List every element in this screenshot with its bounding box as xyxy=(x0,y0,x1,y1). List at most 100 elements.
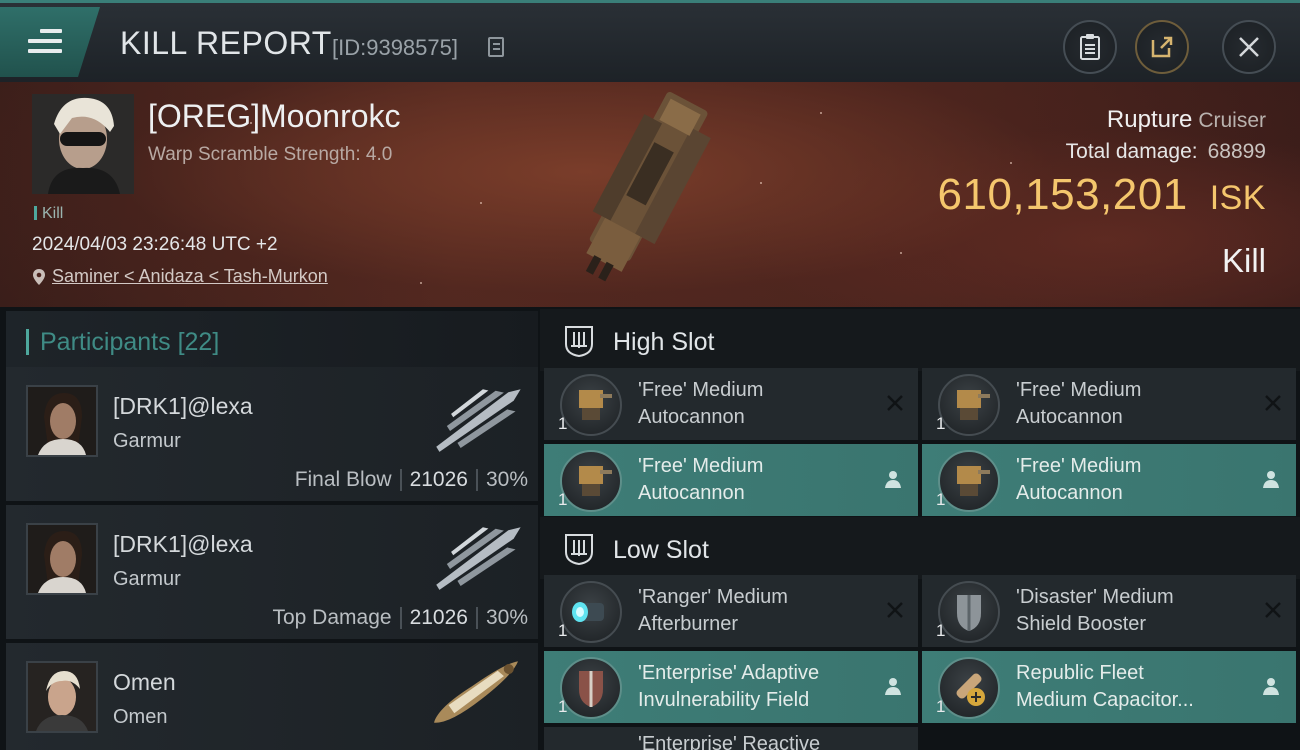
participants-panel: Participants [22] [DRK1]@lexa Garmur Fin… xyxy=(0,307,540,750)
high-slot-header: High Slot xyxy=(540,309,1300,371)
clipboard-button[interactable] xyxy=(1063,20,1117,74)
kill-result: Kill xyxy=(1221,242,1266,279)
destroyed-icon xyxy=(1265,602,1281,618)
low-slot-icon xyxy=(565,534,593,566)
participants-header: Participants [22] xyxy=(6,311,538,367)
module-name: 'Disaster' Medium Shield Booster xyxy=(1016,586,1174,635)
invulnerability-field-icon xyxy=(560,657,622,719)
participant-name: [DRK1]@lexa xyxy=(113,531,253,557)
participant-role: Final Blow xyxy=(294,468,392,491)
participant-card[interactable]: [DRK1]@lexa Garmur Top Damage 21026 30% xyxy=(6,505,538,639)
participant-ship-image xyxy=(433,661,519,723)
module-quantity: 1 xyxy=(936,697,946,716)
autocannon-icon xyxy=(938,374,1000,436)
victim-banner: [OREG]Moonrokc Warp Scramble Strength: 4… xyxy=(0,82,1300,307)
module-item[interactable]: 1 'Free' Medium Autocannon xyxy=(544,368,918,440)
participant-avatar xyxy=(26,385,98,457)
autocannon-icon xyxy=(560,374,622,436)
victim-ship: Rupture Cruiser xyxy=(1107,106,1266,134)
clipboard-icon xyxy=(1080,34,1100,60)
kill-location[interactable]: Saminer < Anidaza < Tash-Murkon xyxy=(32,266,328,287)
isk-value: 610,153,201 ISK xyxy=(938,170,1267,220)
participant-card[interactable]: [DRK1]@lexa Garmur Final Blow 21026 30% xyxy=(6,367,538,501)
participants-count: [22] xyxy=(177,328,220,356)
module-name: 'Ranger' Medium Afterburner xyxy=(638,586,788,635)
module-item[interactable]: 1 'Free' Medium Autocannon xyxy=(544,444,918,516)
module-name: 'Enterprise' Reactive xyxy=(638,733,821,750)
module-item[interactable]: 1 'Free' Medium Autocannon xyxy=(922,368,1296,440)
location-link[interactable]: Saminer < Anidaza < Tash-Murkon xyxy=(52,266,328,287)
victim-name[interactable]: [OREG]Moonrokc xyxy=(148,98,401,135)
high-slot-label: High Slot xyxy=(613,328,715,356)
copy-icon[interactable] xyxy=(488,37,504,57)
share-button[interactable] xyxy=(1135,20,1189,74)
participant-name: [DRK1]@lexa xyxy=(113,393,253,419)
module-name: 'Enterprise' Adaptive Invulnerability Fie… xyxy=(638,662,820,711)
victim-avatar[interactable] xyxy=(32,94,134,194)
total-damage-label: Total damage: xyxy=(1065,140,1198,163)
destroyed-icon xyxy=(1265,395,1281,411)
module-quantity: 1 xyxy=(558,490,568,509)
participant-stats: Final Blow 21026 30% xyxy=(295,468,528,492)
autocannon-icon xyxy=(938,450,1000,512)
kill-tag: Kill xyxy=(34,205,63,223)
participant-card[interactable]: Omen Omen xyxy=(6,643,538,750)
high-slot-icon xyxy=(565,326,593,358)
module-item[interactable]: 1 Republic Fleet Medium Capacitor... xyxy=(922,651,1296,723)
autocannon-icon xyxy=(560,450,622,512)
participant-name: Omen xyxy=(113,669,176,695)
module-item[interactable]: 1 'Free' Medium Autocannon xyxy=(922,444,1296,516)
participant-avatar xyxy=(26,661,98,733)
participant-damage: 21026 xyxy=(409,606,468,629)
participant-percent: 30% xyxy=(485,468,528,491)
participant-ship-image xyxy=(436,527,521,590)
destroyed-icon xyxy=(887,395,903,411)
location-pin-icon xyxy=(33,268,45,285)
participants-label: Participants xyxy=(40,328,171,356)
menu-button[interactable] xyxy=(0,7,100,77)
ship-class: Cruiser xyxy=(1198,109,1266,132)
capacitor-icon xyxy=(938,657,1000,719)
share-icon xyxy=(1151,36,1173,58)
total-damage-value: 68899 xyxy=(1207,140,1266,163)
fitting-panel: High Slot 1 'Free' Medium Autocannon 1 'F… xyxy=(540,307,1300,750)
isk-unit: ISK xyxy=(1209,179,1266,217)
module-quantity: 1 xyxy=(936,414,946,433)
participant-ship: Garmur xyxy=(113,430,181,452)
participant-role: Top Damage xyxy=(272,606,392,629)
module-quantity: 1 xyxy=(558,414,568,433)
low-slot-header: Low Slot xyxy=(540,517,1300,579)
top-bar: KILL REPORT [ID:9398575] xyxy=(0,0,1300,82)
module-item[interactable]: 'Enterprise' Reactive xyxy=(544,727,918,750)
victim-ship-image[interactable] xyxy=(560,86,740,301)
close-icon xyxy=(1239,37,1259,57)
shield-booster-icon xyxy=(938,581,1000,643)
participant-damage: 21026 xyxy=(409,468,468,491)
isk-amount: 610,153,201 xyxy=(937,170,1188,219)
participant-avatar xyxy=(26,523,98,595)
participant-percent: 30% xyxy=(485,606,528,629)
destroyed-icon xyxy=(887,602,903,618)
participant-ship: Garmur xyxy=(113,568,181,590)
module-item[interactable]: 1 'Disaster' Medium Shield Booster xyxy=(922,575,1296,647)
module-item[interactable]: 1 'Ranger' Medium Afterburner xyxy=(544,575,918,647)
dropped-person-icon xyxy=(1263,471,1279,488)
module-name: Republic Fleet Medium Capacitor... xyxy=(1016,662,1194,711)
module-quantity: 1 xyxy=(558,621,568,640)
module-item[interactable]: 1 'Enterprise' Adaptive Invulnerability F… xyxy=(544,651,918,723)
page-title: KILL REPORT xyxy=(120,25,332,61)
warp-scramble-strength: Warp Scramble Strength: 4.0 xyxy=(148,144,393,165)
module-quantity: 1 xyxy=(936,621,946,640)
dropped-person-icon xyxy=(1263,678,1279,695)
module-name: 'Free' Medium Autocannon xyxy=(638,379,764,428)
low-slot-label: Low Slot xyxy=(613,536,709,564)
ship-name[interactable]: Rupture xyxy=(1107,106,1192,133)
kill-timestamp: 2024/04/03 23:26:48 UTC +2 xyxy=(32,234,278,255)
close-button[interactable] xyxy=(1222,20,1276,74)
report-id: [ID:9398575] xyxy=(332,35,458,60)
participant-ship-image xyxy=(436,389,521,452)
participant-stats: Top Damage 21026 30% xyxy=(272,606,528,630)
participant-ship: Omen xyxy=(113,706,168,728)
module-name: 'Free' Medium Autocannon xyxy=(1016,379,1142,428)
module-quantity: 1 xyxy=(558,697,568,716)
